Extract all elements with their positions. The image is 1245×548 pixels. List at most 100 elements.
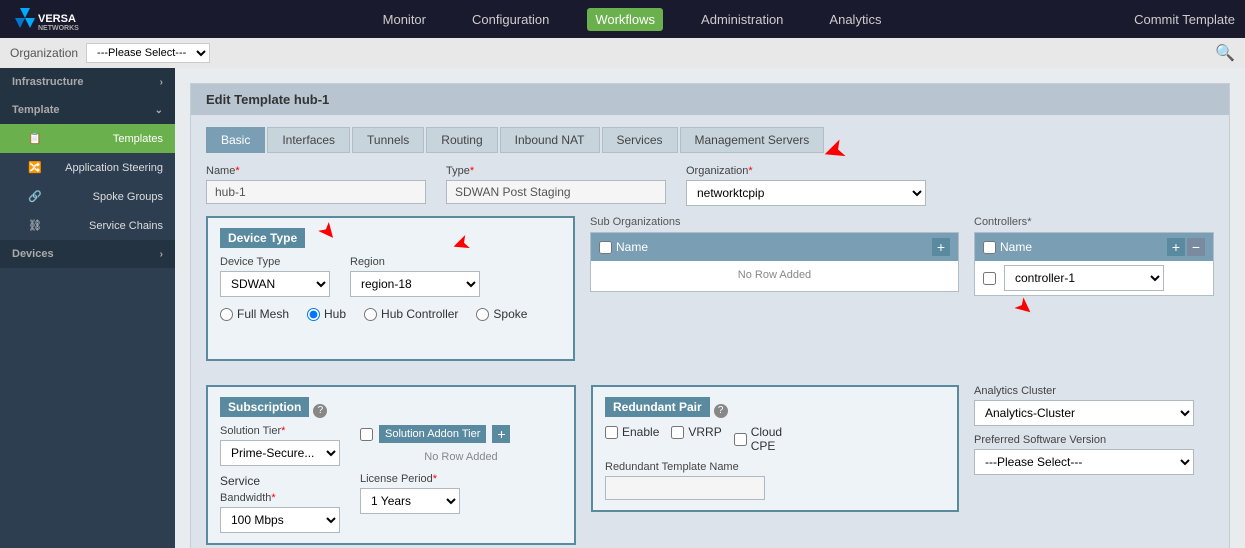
redundant-vrrp-checkbox[interactable] [671, 426, 684, 439]
redundant-vrrp-label: VRRP [688, 425, 721, 439]
license-period-select[interactable]: 1 Years [360, 488, 460, 514]
device-type-field: Device Type SDWAN [220, 256, 330, 297]
sidebar-infrastructure-label: Infrastructure [12, 76, 84, 88]
solution-tier-label: Solution Tier* [220, 425, 350, 437]
sidebar-service-chains-label: Service Chains [89, 220, 163, 232]
redundant-enable-label: Enable [622, 425, 659, 439]
top-navigation: VERSA NETWORKS Monitor Configuration Wor… [0, 0, 1245, 38]
subscription-title-row: Subscription ? [220, 397, 562, 425]
device-type-title-row: Device Type [220, 228, 561, 256]
radio-hub-label: Hub [324, 307, 346, 321]
sub-org-checkbox[interactable] [599, 241, 612, 254]
org-field-select[interactable]: networktcpip [686, 180, 926, 206]
controllers-remove-button[interactable]: − [1187, 238, 1205, 256]
bandwidth-group: Bandwidth* 100 Mbps [220, 492, 350, 533]
analytics-cluster-select[interactable]: Analytics-Cluster [974, 400, 1194, 426]
bottom-row: Subscription ? Solution Tier* [206, 385, 1214, 548]
preferred-software-group: Preferred Software Version ---Please Sel… [974, 434, 1214, 475]
bandwidth-select[interactable]: 100 Mbps [220, 507, 340, 533]
tab-services[interactable]: Services [602, 127, 678, 153]
analytics-section: Analytics Cluster Analytics-Cluster Pref… [974, 385, 1214, 548]
tab-management-servers[interactable]: Management Servers [680, 127, 825, 153]
redundant-cloud-cpe-checkbox[interactable] [734, 433, 747, 446]
radio-full-mesh[interactable]: Full Mesh [220, 307, 289, 321]
radio-full-mesh-input[interactable] [220, 308, 233, 321]
license-period-group: License Period* 1 Years [360, 473, 562, 514]
sidebar-item-app-steering[interactable]: 🔀 Application Steering [0, 153, 175, 182]
service-group: Service [220, 474, 350, 488]
sidebar-spoke-groups-label: Spoke Groups [93, 191, 163, 203]
radio-hub[interactable]: Hub [307, 307, 346, 321]
device-type-row: Device Type Device Type SDWAN [206, 216, 1214, 373]
sidebar-app-steering-label: Application Steering [65, 162, 163, 174]
name-input[interactable] [206, 180, 426, 204]
type-input[interactable] [446, 180, 666, 204]
nav-configuration[interactable]: Configuration [464, 8, 557, 31]
sidebar-template-header[interactable]: Template ⌄ [0, 96, 175, 124]
sidebar-templates-label: Templates [113, 133, 163, 145]
edit-template-panel: Edit Template hub-1 Basic Interfaces Tun… [190, 83, 1230, 548]
device-type-label: Device Type [220, 256, 330, 268]
controller-select[interactable]: controller-1 [1004, 265, 1164, 291]
sidebar-template-label: Template [12, 104, 59, 116]
tab-interfaces[interactable]: Interfaces [267, 127, 350, 153]
controller-row-checkbox[interactable] [983, 272, 996, 285]
analytics-cluster-label: Analytics Cluster [974, 385, 1214, 397]
form-type-group: Type* [446, 165, 666, 204]
solution-addon-checkbox[interactable] [360, 428, 373, 441]
org-bar: Organization ---Please Select--- 🔍 [0, 38, 1245, 68]
nav-menu: Monitor Configuration Workflows Administ… [130, 8, 1134, 31]
logo: VERSA NETWORKS [10, 4, 130, 35]
redundant-enable-checkbox[interactable] [605, 426, 618, 439]
redundant-cloud-cpe-check[interactable]: CloudCPE [734, 425, 782, 453]
nav-analytics[interactable]: Analytics [821, 8, 889, 31]
panel-header: Edit Template hub-1 [191, 84, 1229, 115]
nav-workflows[interactable]: Workflows [587, 8, 663, 31]
sub-org-add-button[interactable]: + [932, 238, 950, 256]
commit-template-button[interactable]: Commit Template [1134, 12, 1235, 27]
radio-full-mesh-label: Full Mesh [237, 307, 289, 321]
form-row-top: Name* Type* Organization* [206, 165, 1214, 206]
tab-tunnels[interactable]: Tunnels [352, 127, 424, 153]
radio-hub-input[interactable] [307, 308, 320, 321]
preferred-software-select[interactable]: ---Please Select--- [974, 449, 1194, 475]
tab-inbound-nat[interactable]: Inbound NAT [500, 127, 600, 153]
arrow-controller: ➤ [1009, 291, 1040, 323]
redundant-info-icon[interactable]: ? [714, 404, 728, 418]
search-icon[interactable]: 🔍 [1215, 43, 1235, 63]
controller-row: controller-1 ➤ [975, 261, 1213, 295]
controllers-add-button[interactable]: + [1167, 238, 1185, 256]
redundant-vrrp-check[interactable]: VRRP [671, 425, 721, 439]
sub-org-check[interactable]: Name [599, 240, 648, 254]
sidebar-infrastructure[interactable]: Infrastructure › [0, 68, 175, 96]
sidebar-item-service-chains[interactable]: ⛓ Service Chains [0, 211, 175, 240]
redundant-enable-check[interactable]: Enable [605, 425, 659, 439]
solution-tier-select[interactable]: Prime-Secure... [220, 440, 340, 466]
controllers-checkbox[interactable] [983, 241, 996, 254]
radio-spoke-input[interactable] [476, 308, 489, 321]
org-select[interactable]: ---Please Select--- [86, 43, 210, 63]
nav-administration[interactable]: Administration [693, 8, 791, 31]
panel-body: Basic Interfaces Tunnels Routing Inbound… [191, 115, 1229, 548]
tab-basic[interactable]: Basic [206, 127, 265, 153]
redundant-template-input[interactable] [605, 476, 765, 500]
sidebar-item-templates[interactable]: 📋 Templates [0, 124, 175, 153]
radio-hub-controller-input[interactable] [364, 308, 377, 321]
tab-routing[interactable]: Routing [426, 127, 497, 153]
device-type-select[interactable]: SDWAN [220, 271, 330, 297]
templates-icon: 📋 [28, 132, 42, 145]
app-steering-icon: 🔀 [28, 161, 42, 174]
form-name-group: Name* [206, 165, 426, 204]
spoke-groups-icon: 🔗 [28, 190, 42, 203]
chevron-right-icon: › [160, 77, 163, 88]
nav-monitor[interactable]: Monitor [375, 8, 434, 31]
radio-spoke[interactable]: Spoke [476, 307, 527, 321]
controllers-check[interactable]: Name [983, 240, 1032, 254]
sidebar-devices[interactable]: Devices › [0, 240, 175, 268]
solution-addon-no-data: No Row Added [360, 447, 562, 467]
sidebar-item-spoke-groups[interactable]: 🔗 Spoke Groups [0, 182, 175, 211]
controllers-btn-group: + − [1167, 238, 1205, 256]
subscription-info-icon[interactable]: ? [313, 404, 327, 418]
main-layout: Infrastructure › Template ⌄ 📋 Templates … [0, 68, 1245, 548]
redundant-template-group: Redundant Template Name [605, 461, 945, 500]
